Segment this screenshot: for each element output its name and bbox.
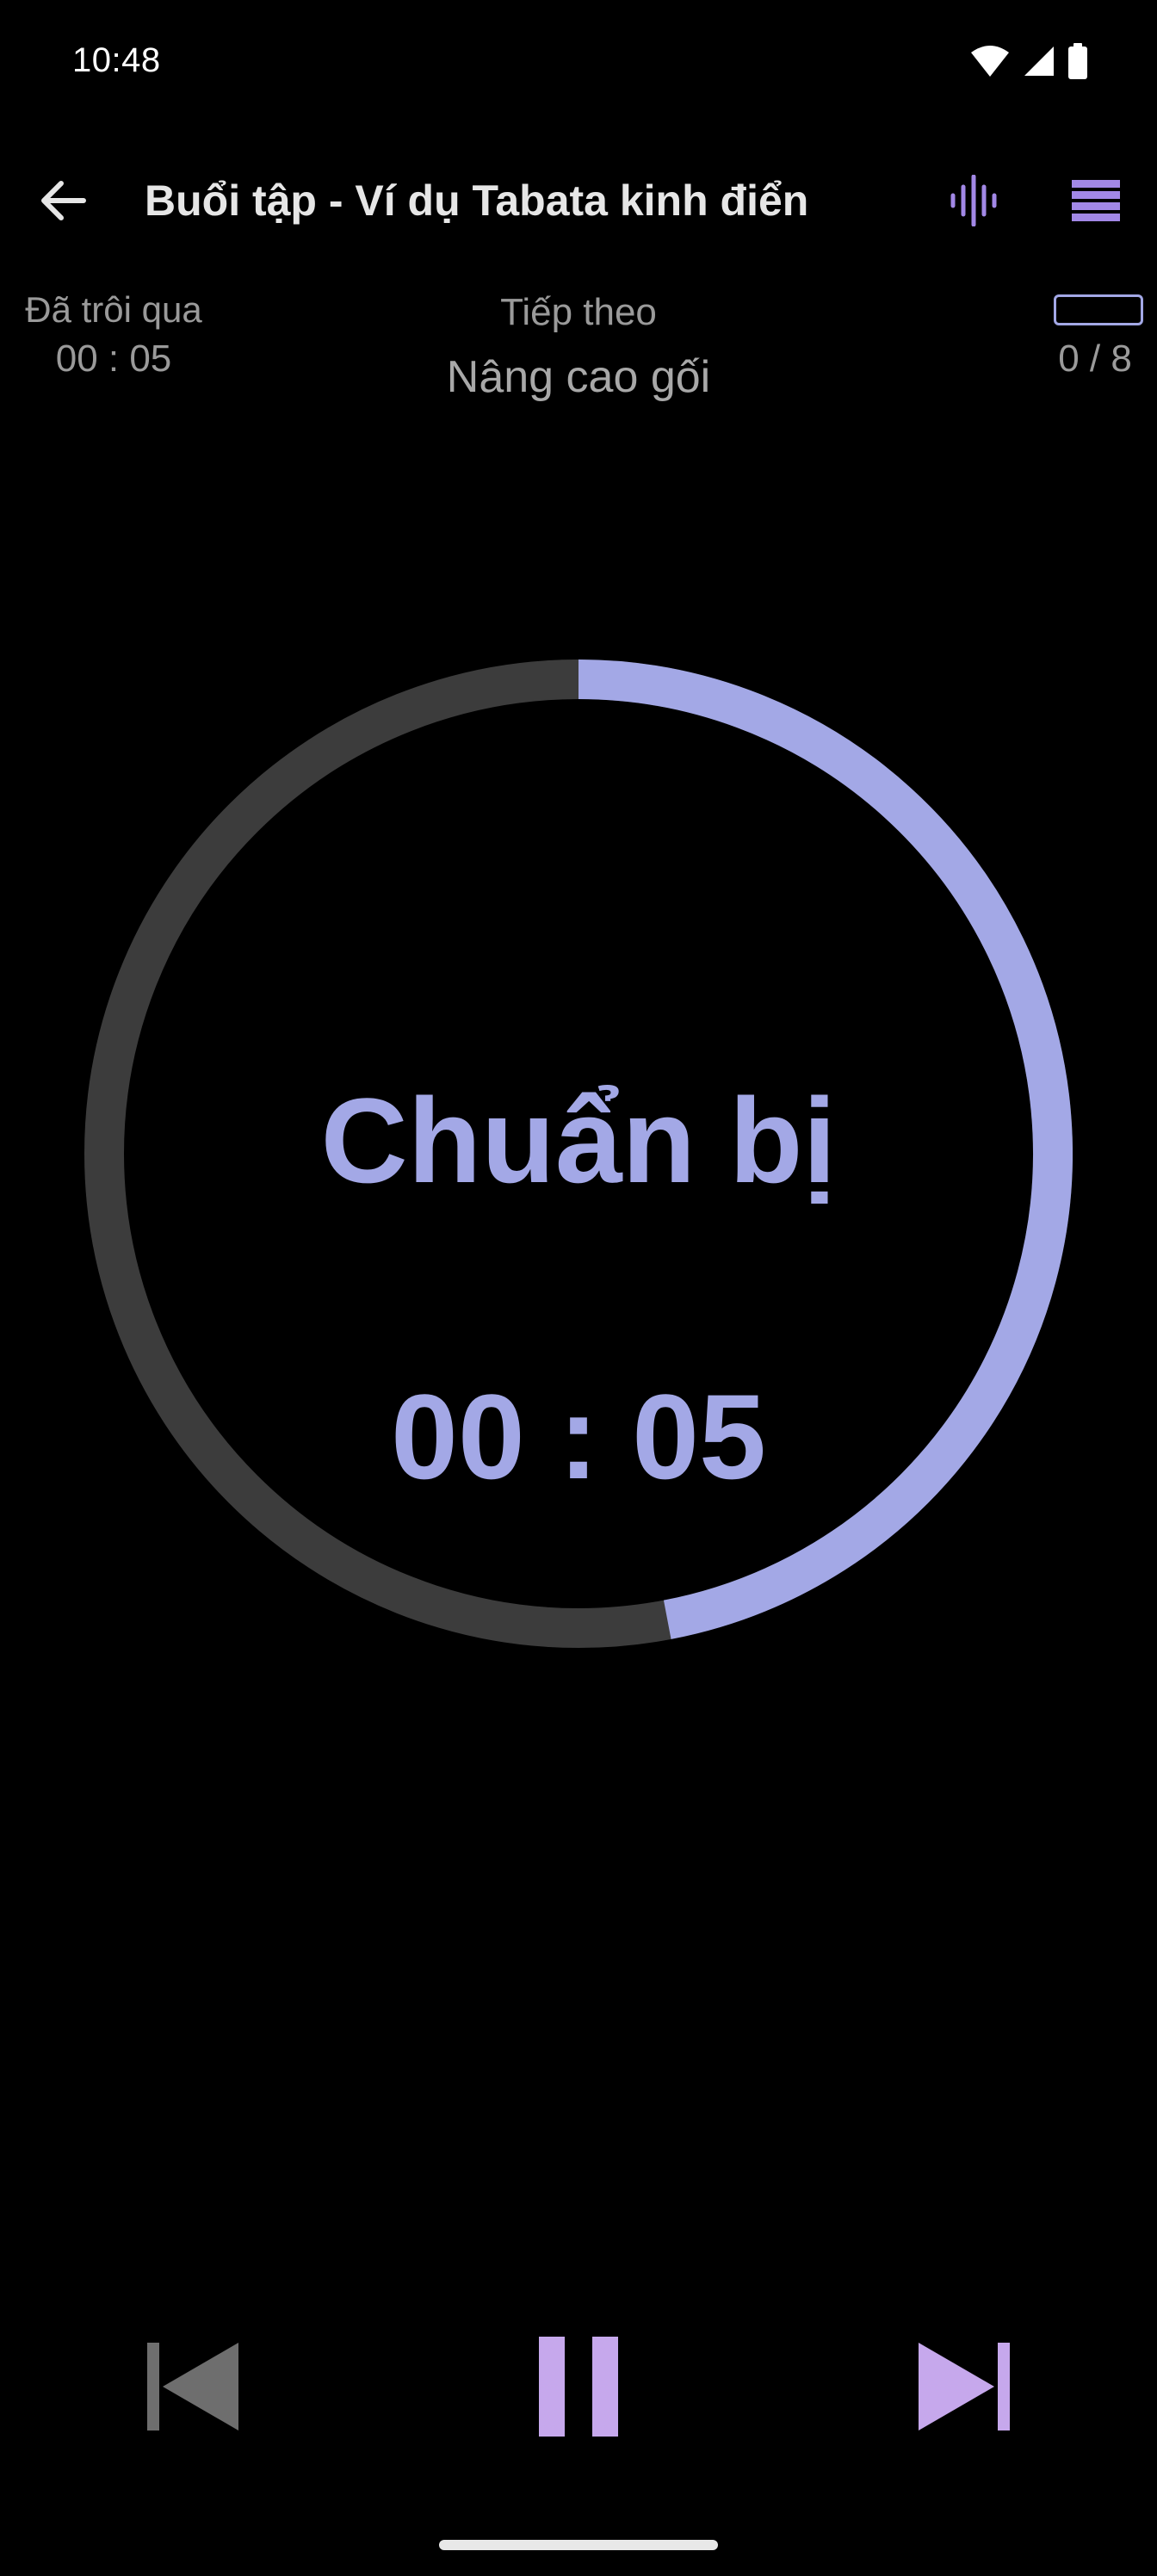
arrow-left-icon — [37, 175, 89, 231]
sound-wave-icon — [948, 174, 999, 231]
elapsed-value: 00 : 05 — [55, 337, 172, 380]
skip-next-icon — [917, 2339, 1012, 2438]
phase-label: Chuẩn bị — [320, 1073, 837, 1208]
signal-icon — [1023, 45, 1055, 82]
elapsed-label: Đã trôi qua — [25, 289, 202, 330]
wifi-icon — [969, 44, 1011, 83]
set-count: 0 / 8 — [1058, 337, 1132, 380]
next-button[interactable] — [895, 2319, 1033, 2457]
home-indicator[interactable] — [439, 2540, 718, 2550]
set-progress-bar — [1054, 294, 1143, 325]
previous-button[interactable] — [124, 2319, 262, 2457]
next-label: Tiếp theo — [500, 291, 657, 333]
list-icon — [1070, 178, 1122, 227]
sound-button[interactable] — [935, 164, 1012, 241]
skip-previous-icon — [145, 2339, 240, 2438]
battery-icon — [1067, 43, 1088, 84]
status-icons — [969, 43, 1088, 84]
workout-list-button[interactable] — [1057, 164, 1135, 241]
page-title: Buổi tập - Ví dụ Tabata kinh điển — [145, 176, 809, 225]
phase-time: 00 : 05 — [391, 1369, 766, 1504]
status-time: 10:48 — [72, 41, 161, 79]
next-exercise: Nâng cao gối — [446, 352, 711, 402]
pause-icon — [537, 2335, 620, 2443]
back-button[interactable] — [24, 164, 102, 241]
pause-button[interactable] — [510, 2319, 647, 2457]
